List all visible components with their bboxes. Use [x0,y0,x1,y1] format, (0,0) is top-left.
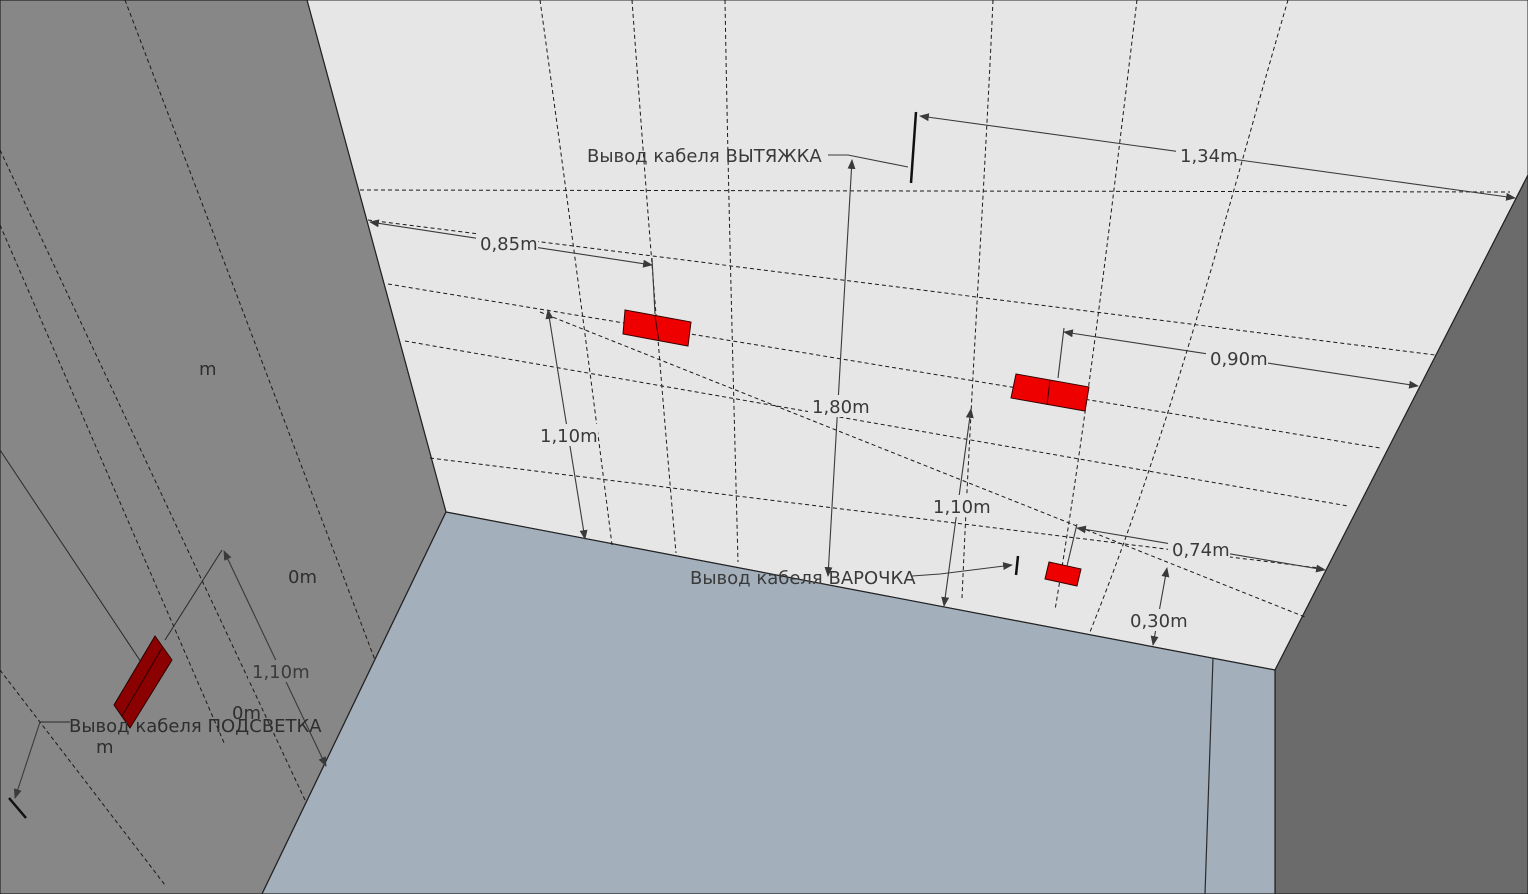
dim-small-socket-height: 0,30m [1130,611,1188,632]
label-hob-cable: Вывод кабеля ВАРОЧКА [690,568,916,589]
kitchen-wiring-diagram: 1,34m 0,85m 0,90m 1,80m 1,10m 1,10m 0,74… [0,0,1528,894]
side-fragment-1: m [199,359,217,380]
dim-hood-height: 1,80m [812,397,870,418]
dim-left-socket-offset: 0,85m [480,234,538,255]
side-fragment-2: 0m [288,567,317,588]
dim-small-socket-offset: 0,74m [1172,540,1230,561]
dim-side-socket-height: 1,10m [252,662,310,683]
side-fragment-3: 0m [232,703,261,724]
dim-left-socket-height: 1,10m [540,426,598,447]
dim-right-socket-height: 1,10m [933,497,991,518]
dim-right-socket-offset: 0,90m [1210,349,1268,370]
dim-hood-offset: 1,34m [1180,146,1238,167]
side-fragment-4: m [96,737,114,758]
label-backlight-cable: Вывод кабеля ПОДСВЕТКА [69,716,322,737]
label-hood-cable: Вывод кабеля ВЫТЯЖКА [587,146,822,167]
